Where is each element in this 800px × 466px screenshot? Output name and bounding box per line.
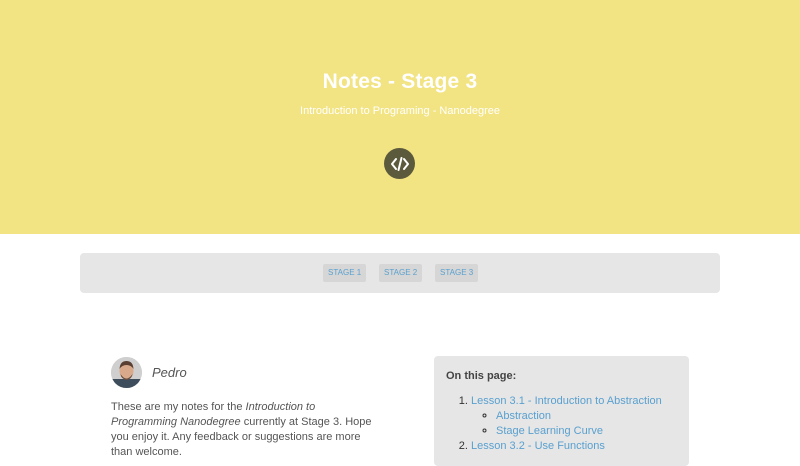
intro-text-start: These are my notes for the: [111, 401, 246, 413]
toc-link-abstraction[interactable]: Abstraction: [496, 410, 551, 422]
code-icon: [384, 148, 415, 179]
nav-button-stage-2[interactable]: STAGE 2: [379, 264, 423, 282]
page-subtitle: Introduction to Programing - Nanodegree: [300, 105, 500, 117]
toc-link-lesson-3-2[interactable]: Lesson 3.2 - Use Functions: [471, 440, 605, 452]
toc-sublist: Abstraction Stage Learning Curve: [471, 409, 662, 439]
toc-heading: On this page:: [446, 370, 517, 382]
page-title: Notes - Stage 3: [322, 70, 478, 93]
author-name: Pedro: [152, 364, 187, 380]
nav-button-stage-3[interactable]: STAGE 3: [435, 264, 479, 282]
toc-list: Lesson 3.1 - Introduction to Abstraction…: [434, 394, 662, 454]
author-block: Pedro: [111, 356, 187, 388]
list-item: Abstraction: [496, 409, 662, 424]
list-item: Lesson 3.2 - Use Functions: [471, 439, 662, 454]
list-item: Stage Learning Curve: [496, 424, 662, 439]
nav-button-stage-1[interactable]: STAGE 1: [323, 264, 367, 282]
toc-link-lesson-3-1[interactable]: Lesson 3.1 - Introduction to Abstraction: [471, 395, 662, 407]
hero-banner: Notes - Stage 3 Introduction to Programi…: [0, 0, 800, 234]
toc-link-stage-learning-curve[interactable]: Stage Learning Curve: [496, 425, 603, 437]
intro-paragraph: These are my notes for the Introduction …: [111, 400, 381, 460]
list-item: Lesson 3.1 - Introduction to Abstraction…: [471, 394, 662, 439]
stage-nav: STAGE 1 STAGE 2 STAGE 3: [80, 253, 720, 293]
avatar: [111, 356, 142, 388]
